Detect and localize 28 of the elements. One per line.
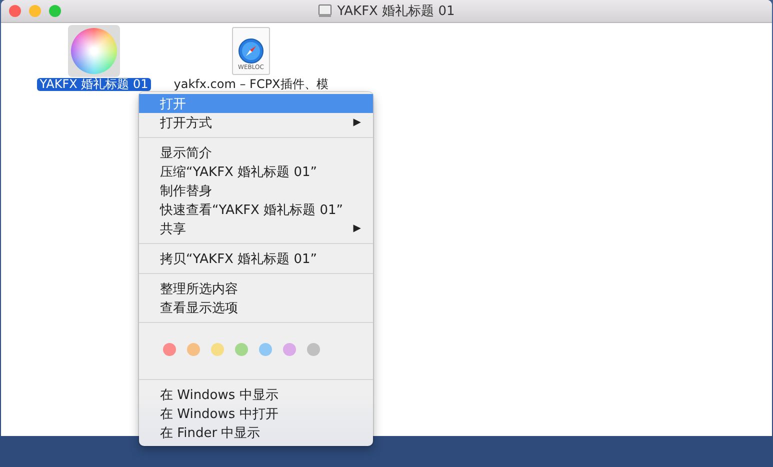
tag-dot[interactable]: [235, 343, 248, 356]
tag-dot[interactable]: [163, 343, 176, 356]
menu-item[interactable]: 快速查看“YAKFX 婚礼标题 01”: [139, 200, 373, 219]
menu-item[interactable]: 在 Windows 中打开: [139, 404, 373, 423]
menu-item[interactable]: 显示简介: [139, 143, 373, 162]
menu-item[interactable]: 整理所选内容: [139, 279, 373, 298]
menu-item[interactable]: 拷贝“YAKFX 婚礼标题 01”: [139, 249, 373, 268]
menu-item[interactable]: 压缩“YAKFX 婚礼标题 01”: [139, 162, 373, 181]
window-title: YAKFX 婚礼标题 01: [337, 3, 455, 20]
menu-item[interactable]: 查看显示选项: [139, 298, 373, 317]
tag-dot[interactable]: [259, 343, 272, 356]
menu-item[interactable]: 在 Finder 中显示: [139, 423, 373, 442]
menu-item[interactable]: 在 Windows 中显示: [139, 385, 373, 404]
menu-item[interactable]: 制作替身: [139, 181, 373, 200]
zoom-button[interactable]: [49, 5, 61, 17]
tag-dot[interactable]: [283, 343, 296, 356]
color-wheel-icon[interactable]: [68, 25, 120, 77]
submenu-arrow: ▶: [353, 117, 361, 128]
file-name[interactable]: YAKFX 婚礼标题 01: [36, 78, 152, 91]
close-button[interactable]: [9, 5, 21, 17]
submenu-arrow: ▶: [353, 223, 361, 234]
menu-item[interactable]: 打开方式 ▶: [139, 113, 373, 132]
tag-dot[interactable]: [307, 343, 320, 356]
tag-dot[interactable]: [211, 343, 224, 356]
tag-dot[interactable]: [187, 343, 200, 356]
minimize-button[interactable]: [29, 5, 41, 17]
menu-item[interactable]: 共享 ▶: [139, 219, 373, 238]
file-name[interactable]: yakfx.com – FCPX插件、模: [170, 78, 332, 91]
